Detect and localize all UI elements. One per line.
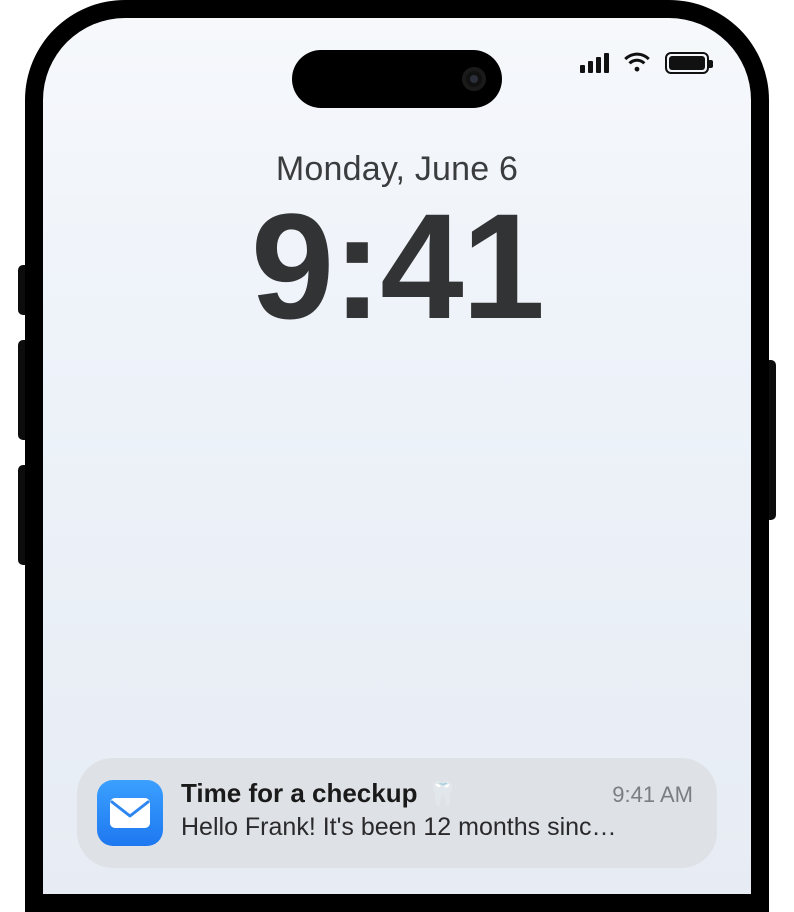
notification-preview: Hello Frank! It's been 12 months sinc… xyxy=(181,813,693,842)
cellular-signal-icon xyxy=(580,53,609,73)
notification-title: Time for a checkup xyxy=(181,778,418,809)
tooth-emoji-icon: 🦷 xyxy=(428,783,458,807)
lockscreen-time: 9:41 xyxy=(43,188,751,346)
lock-screen[interactable]: Monday, June 6 9:41 Time for a checkup 🦷… xyxy=(43,18,751,894)
battery-icon xyxy=(665,52,709,74)
notification-card[interactable]: Time for a checkup 🦷 9:41 AM Hello Frank… xyxy=(77,758,717,868)
iphone-frame: Monday, June 6 9:41 Time for a checkup 🦷… xyxy=(25,0,769,912)
mail-app-icon xyxy=(97,780,163,846)
notification-body: Time for a checkup 🦷 9:41 AM Hello Frank… xyxy=(181,778,693,842)
status-bar xyxy=(580,52,709,74)
dynamic-island[interactable] xyxy=(292,50,502,108)
wifi-icon xyxy=(623,52,651,74)
front-camera-icon xyxy=(462,67,486,91)
notification-timestamp: 9:41 AM xyxy=(612,782,693,808)
